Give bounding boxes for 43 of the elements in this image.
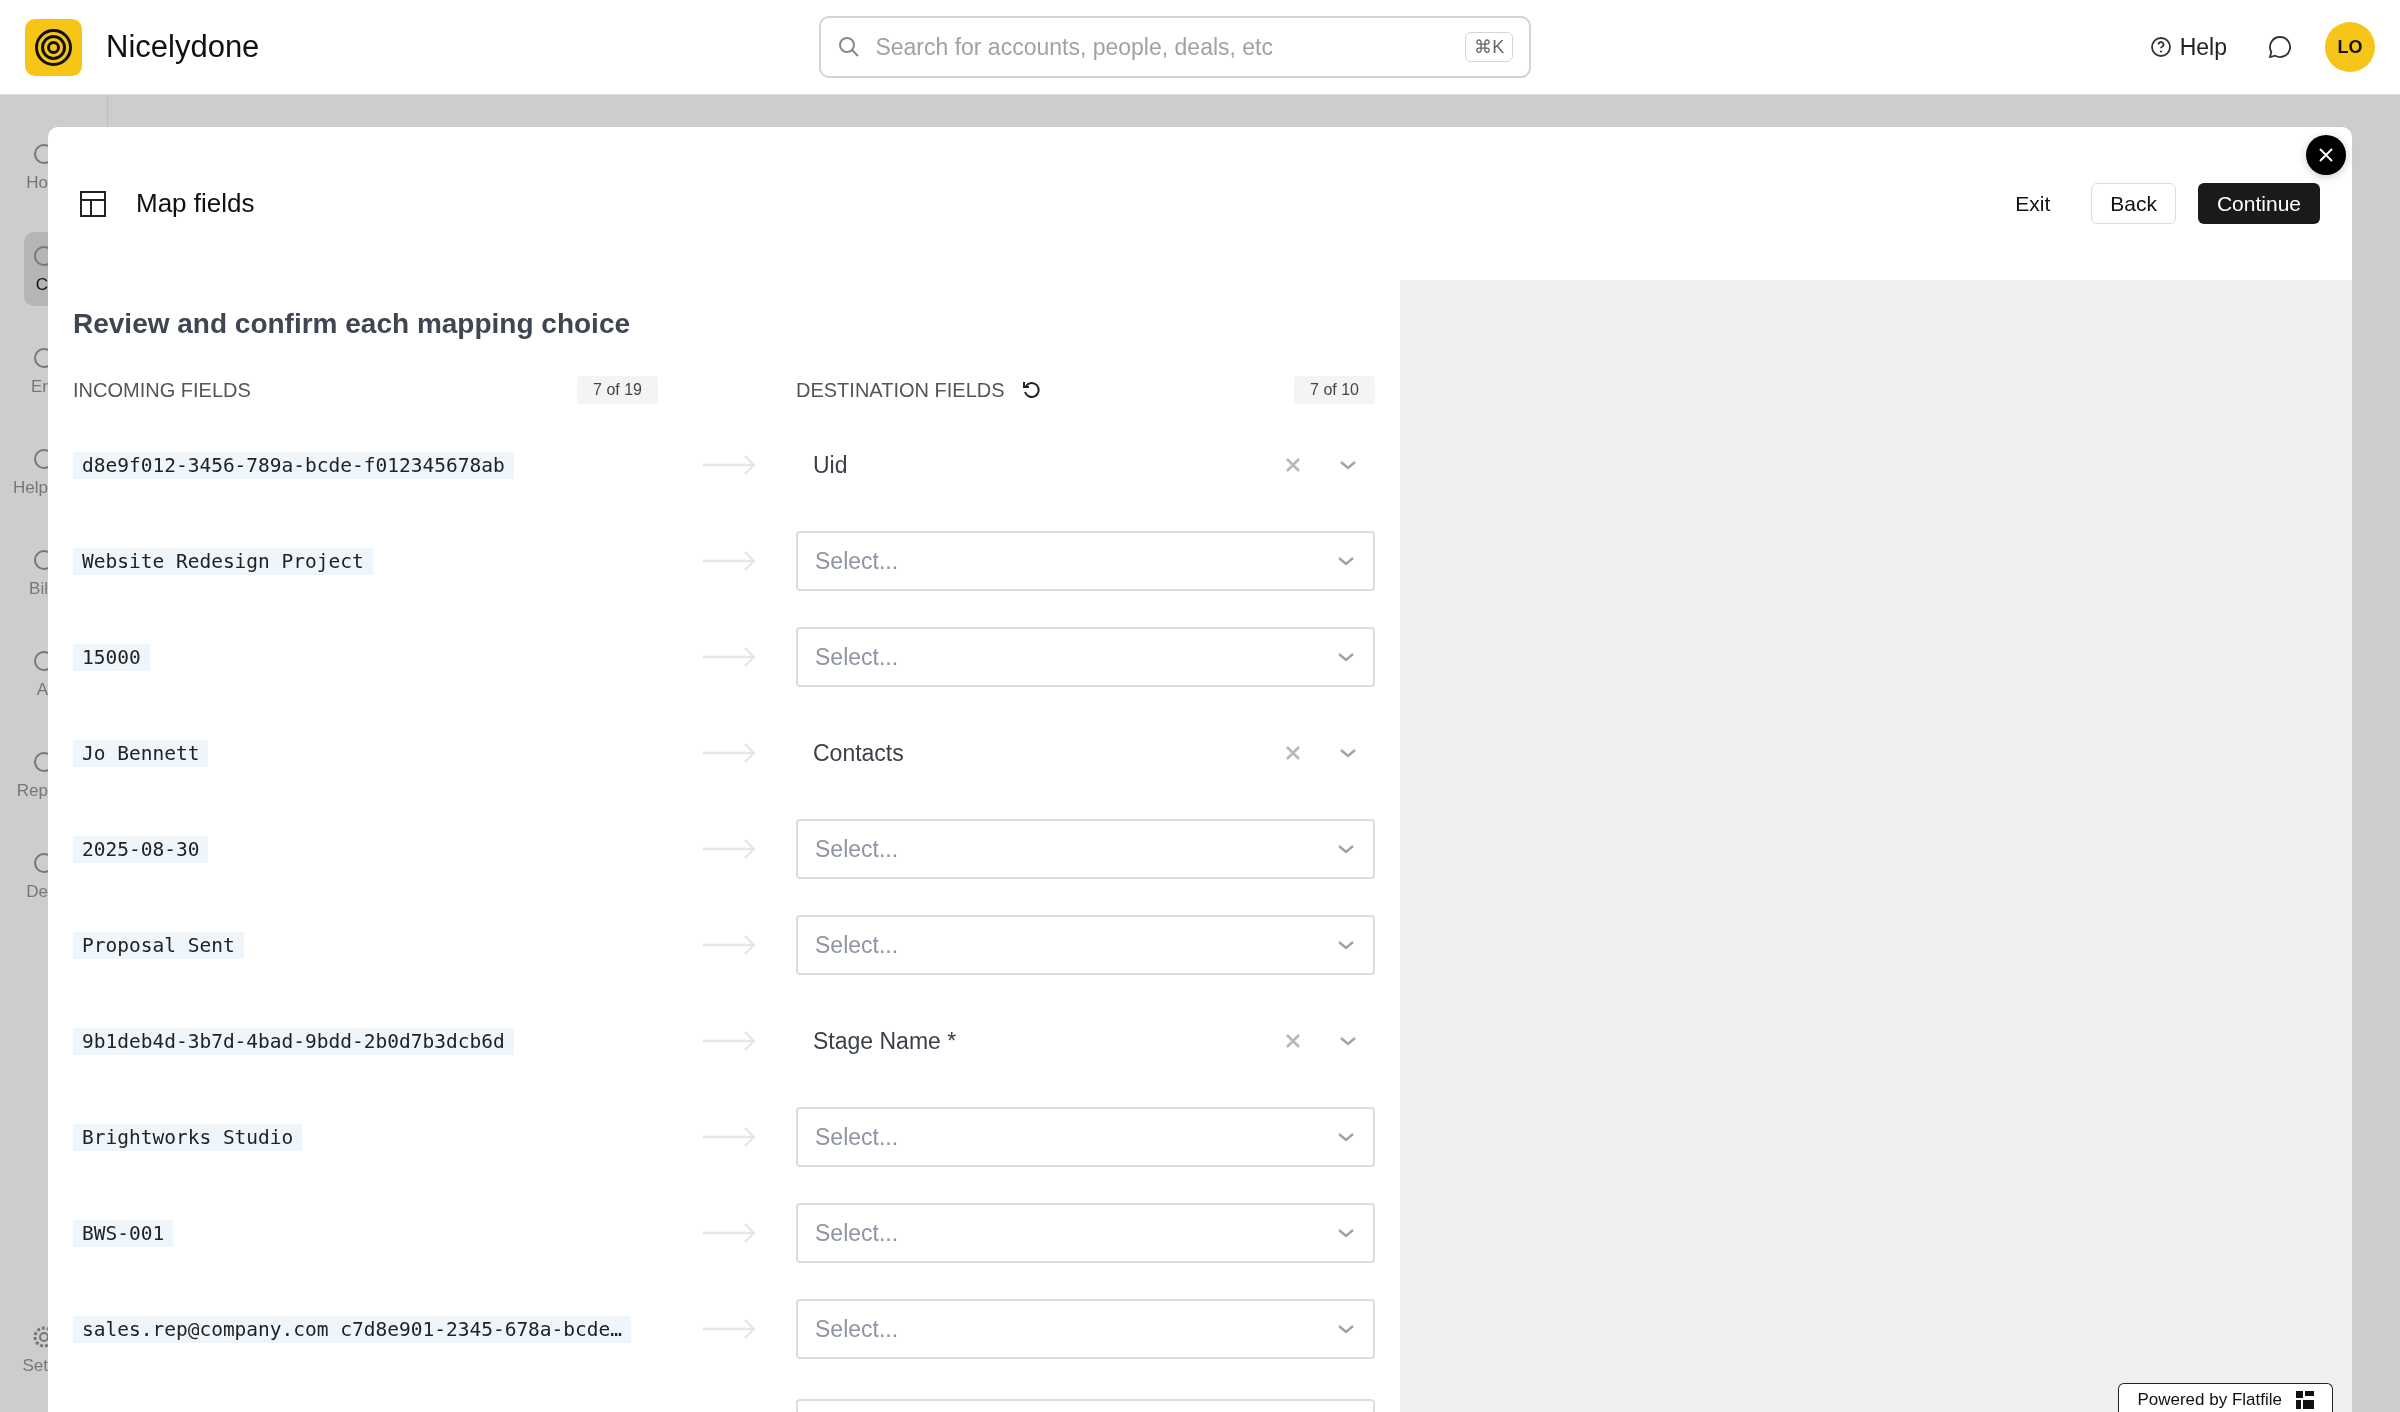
sidebar-item[interactable]: Help xyxy=(0,436,48,508)
incoming-field-value: 9b1deb4d-3b7d-4bad-9bdd-2b0d7b3dcb6d xyxy=(73,1027,514,1055)
select-field[interactable]: Select... xyxy=(796,627,1375,687)
powered-by-link[interactable]: Powered by Flatfile xyxy=(2118,1383,2333,1412)
select-field[interactable]: Select... xyxy=(796,915,1375,975)
select-field[interactable]: Select... xyxy=(796,1107,1375,1167)
destination-field-value: Stage Name * xyxy=(813,1027,957,1055)
sidebar-item[interactable]: C xyxy=(24,232,48,306)
sidebar-item[interactable]: A xyxy=(0,638,48,710)
sidebar-item[interactable]: Ho xyxy=(0,131,48,203)
incoming-field-value: 15000 xyxy=(73,643,150,671)
user-avatar[interactable]: LO xyxy=(2325,22,2375,72)
select-field[interactable]: Select... xyxy=(796,531,1375,591)
column-header: DESTINATION FIELDS xyxy=(796,378,1005,402)
select-field[interactable]: Select... xyxy=(796,1203,1375,1263)
select-field[interactable]: Select... xyxy=(796,1299,1375,1359)
sidebar-item[interactable]: Bil xyxy=(0,537,48,609)
dialog-title: Map fields xyxy=(136,188,255,219)
destination-field-value: Contacts xyxy=(813,739,904,767)
incoming-field-value: 2025-08-30 xyxy=(73,835,209,863)
continue-button[interactable]: Continue xyxy=(2197,183,2320,224)
incoming-field-value: Jo Bennett xyxy=(73,739,209,767)
count-badge: 7 of 10 xyxy=(1294,376,1375,404)
incoming-field-value: Website Redesign Project xyxy=(73,547,373,575)
select-field[interactable]: Select... xyxy=(796,819,1375,879)
incoming-field-value: sales.rep@company.com c7d8e901-2345-678a-bcde… xyxy=(73,1315,632,1343)
incoming-field-value: BWS-001 xyxy=(73,1219,174,1247)
back-button[interactable]: Back xyxy=(2091,183,2176,224)
search-bar[interactable]: Search for accounts, people, deals, etc ⌘K xyxy=(819,16,1532,78)
app-name: Nicelydone xyxy=(106,29,260,65)
column-header: INCOMING FIELDS xyxy=(73,378,251,402)
sidebar-item[interactable]: Rep xyxy=(0,739,48,811)
section-heading: Review and confirm each mapping choice xyxy=(73,308,632,340)
incoming-field-value: Brightworks Studio xyxy=(73,1123,303,1151)
incoming-field-value: d8e9f012-3456-789a-bcde-f012345678ab xyxy=(73,451,514,479)
help-link[interactable]: Help xyxy=(2149,33,2227,61)
sidebar-item[interactable]: Er xyxy=(0,335,48,407)
sidebar-item[interactable]: De xyxy=(0,840,48,912)
incoming-field-value: Proposal Sent xyxy=(73,931,244,959)
count-badge: 7 of 19 xyxy=(577,376,658,404)
sidebar-item[interactable]: Set xyxy=(0,1314,48,1386)
shortcut-hint: ⌘K xyxy=(1465,32,1514,62)
destination-field-value: Uid xyxy=(813,451,848,479)
